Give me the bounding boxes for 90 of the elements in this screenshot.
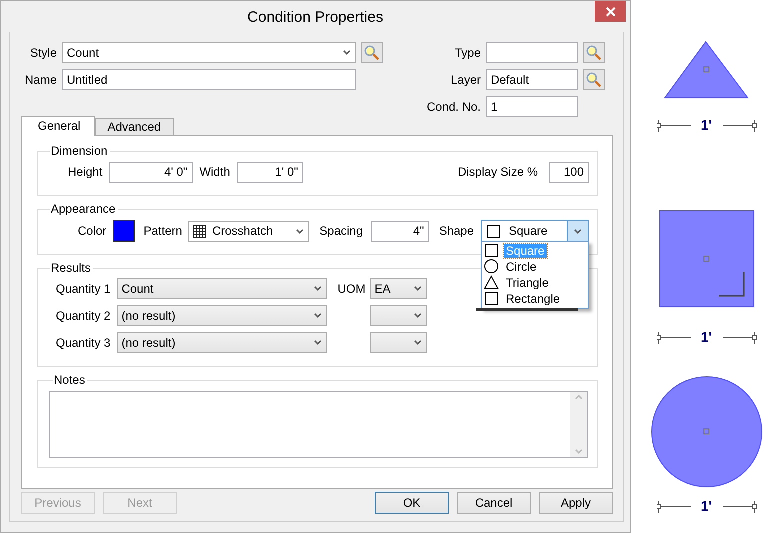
dimension-line xyxy=(656,120,690,132)
group-title: Notes xyxy=(53,373,86,387)
select-value: EA xyxy=(374,280,391,298)
select-value: Count xyxy=(67,44,100,62)
color-swatch[interactable] xyxy=(112,220,135,242)
field-label: Display Size % xyxy=(458,164,538,181)
group-title: Dimension xyxy=(50,144,109,158)
dimension-line xyxy=(722,120,756,132)
group-title: Appearance xyxy=(50,202,117,216)
select-field[interactable]: Count xyxy=(62,42,356,63)
field-label: Color xyxy=(78,223,107,240)
chevron-icon xyxy=(414,286,422,291)
notes-field[interactable] xyxy=(49,391,588,458)
field-label: UOM xyxy=(338,280,367,298)
uom-select[interactable] xyxy=(370,332,427,353)
input-field[interactable]: 100 xyxy=(549,162,589,182)
chevron-icon xyxy=(574,228,582,234)
window-title: Condition Properties xyxy=(248,8,384,28)
field-label: Quantity 3 xyxy=(56,334,111,352)
dropdown-option[interactable]: Triangle xyxy=(504,276,551,290)
lookup-button[interactable] xyxy=(583,69,605,90)
input-field[interactable]: 4' 0" xyxy=(108,162,193,182)
field-label: Style xyxy=(29,44,57,62)
field-label: Width xyxy=(200,164,230,181)
dimension-line xyxy=(656,500,690,512)
shape-select[interactable]: Square xyxy=(481,220,590,242)
chevron-icon xyxy=(314,340,322,345)
lookup-button[interactable] xyxy=(361,42,383,63)
magnifier-icon xyxy=(586,44,602,60)
scroll-up-icon xyxy=(574,395,582,400)
field-label: Pattern xyxy=(144,223,182,240)
dropdown-option[interactable]: Rectangle xyxy=(504,292,562,306)
quantity-select[interactable]: (no result) xyxy=(116,305,327,326)
field-label: Quantity 2 xyxy=(56,308,111,324)
uom-select[interactable]: EA xyxy=(370,278,427,299)
grid-icon xyxy=(193,224,206,238)
dimension-line xyxy=(722,332,756,344)
chevron-icon xyxy=(314,286,322,291)
input-field[interactable]: 1' 0" xyxy=(237,162,304,182)
dimension-line xyxy=(722,500,756,512)
dimension-line xyxy=(656,332,690,344)
input-field[interactable]: 1 xyxy=(486,96,578,117)
quantity-select[interactable]: Count xyxy=(116,278,327,299)
tab[interactable]: Advanced xyxy=(94,118,174,135)
scroll-down-icon xyxy=(574,449,582,454)
chevron-icon xyxy=(343,50,351,55)
close-button[interactable] xyxy=(595,1,626,22)
input-field[interactable]: Default xyxy=(486,69,578,90)
field-label: Quantity 1 xyxy=(56,280,111,298)
input-field[interactable] xyxy=(486,42,578,63)
dialog-button[interactable]: Apply xyxy=(539,492,613,514)
field-label: Cond. No. xyxy=(426,98,481,116)
field-label: Layer xyxy=(450,72,481,88)
field-label: Type xyxy=(454,44,481,62)
input-field[interactable]: 4" xyxy=(371,220,430,242)
dialog-button[interactable]: Cancel xyxy=(457,492,531,514)
group-title: Results xyxy=(50,261,92,275)
select-value: (no result) xyxy=(122,334,176,352)
uom-select[interactable] xyxy=(370,305,427,326)
dropdown-toggle-area[interactable] xyxy=(567,220,588,242)
input-field[interactable]: Untitled xyxy=(62,69,356,90)
triangle-icon xyxy=(484,275,500,290)
chevron-icon xyxy=(296,228,304,234)
quantity-select[interactable]: (no result) xyxy=(116,332,327,353)
square-icon xyxy=(484,291,500,306)
dropdown-option[interactable]: Circle xyxy=(504,260,539,274)
lookup-button[interactable] xyxy=(583,42,605,63)
tab[interactable]: General xyxy=(21,116,95,136)
chevron-icon xyxy=(414,313,422,318)
field-label: Height xyxy=(68,164,103,181)
close-icon xyxy=(606,6,616,16)
pattern-select[interactable]: Crosshatch xyxy=(188,220,309,242)
circle-icon xyxy=(484,259,500,274)
dimension-label: 1' xyxy=(700,497,714,516)
square-icon xyxy=(484,243,500,258)
select-value: Square xyxy=(509,223,548,240)
field-label: Spacing xyxy=(320,223,364,240)
magnifier-icon xyxy=(586,72,602,88)
select-value: Crosshatch xyxy=(212,223,274,240)
field-label: Name xyxy=(25,72,57,88)
dialog-button[interactable]: OK xyxy=(375,492,449,514)
chevron-icon xyxy=(314,313,322,318)
dimension-label: 1' xyxy=(700,328,714,347)
square-icon xyxy=(486,224,502,238)
magnifier-icon xyxy=(364,44,380,60)
field-label: Shape xyxy=(439,223,474,240)
chevron-icon xyxy=(414,340,422,345)
select-value: Count xyxy=(122,280,154,298)
dimension-label: 1' xyxy=(700,116,714,135)
select-value: (no result) xyxy=(122,308,176,324)
